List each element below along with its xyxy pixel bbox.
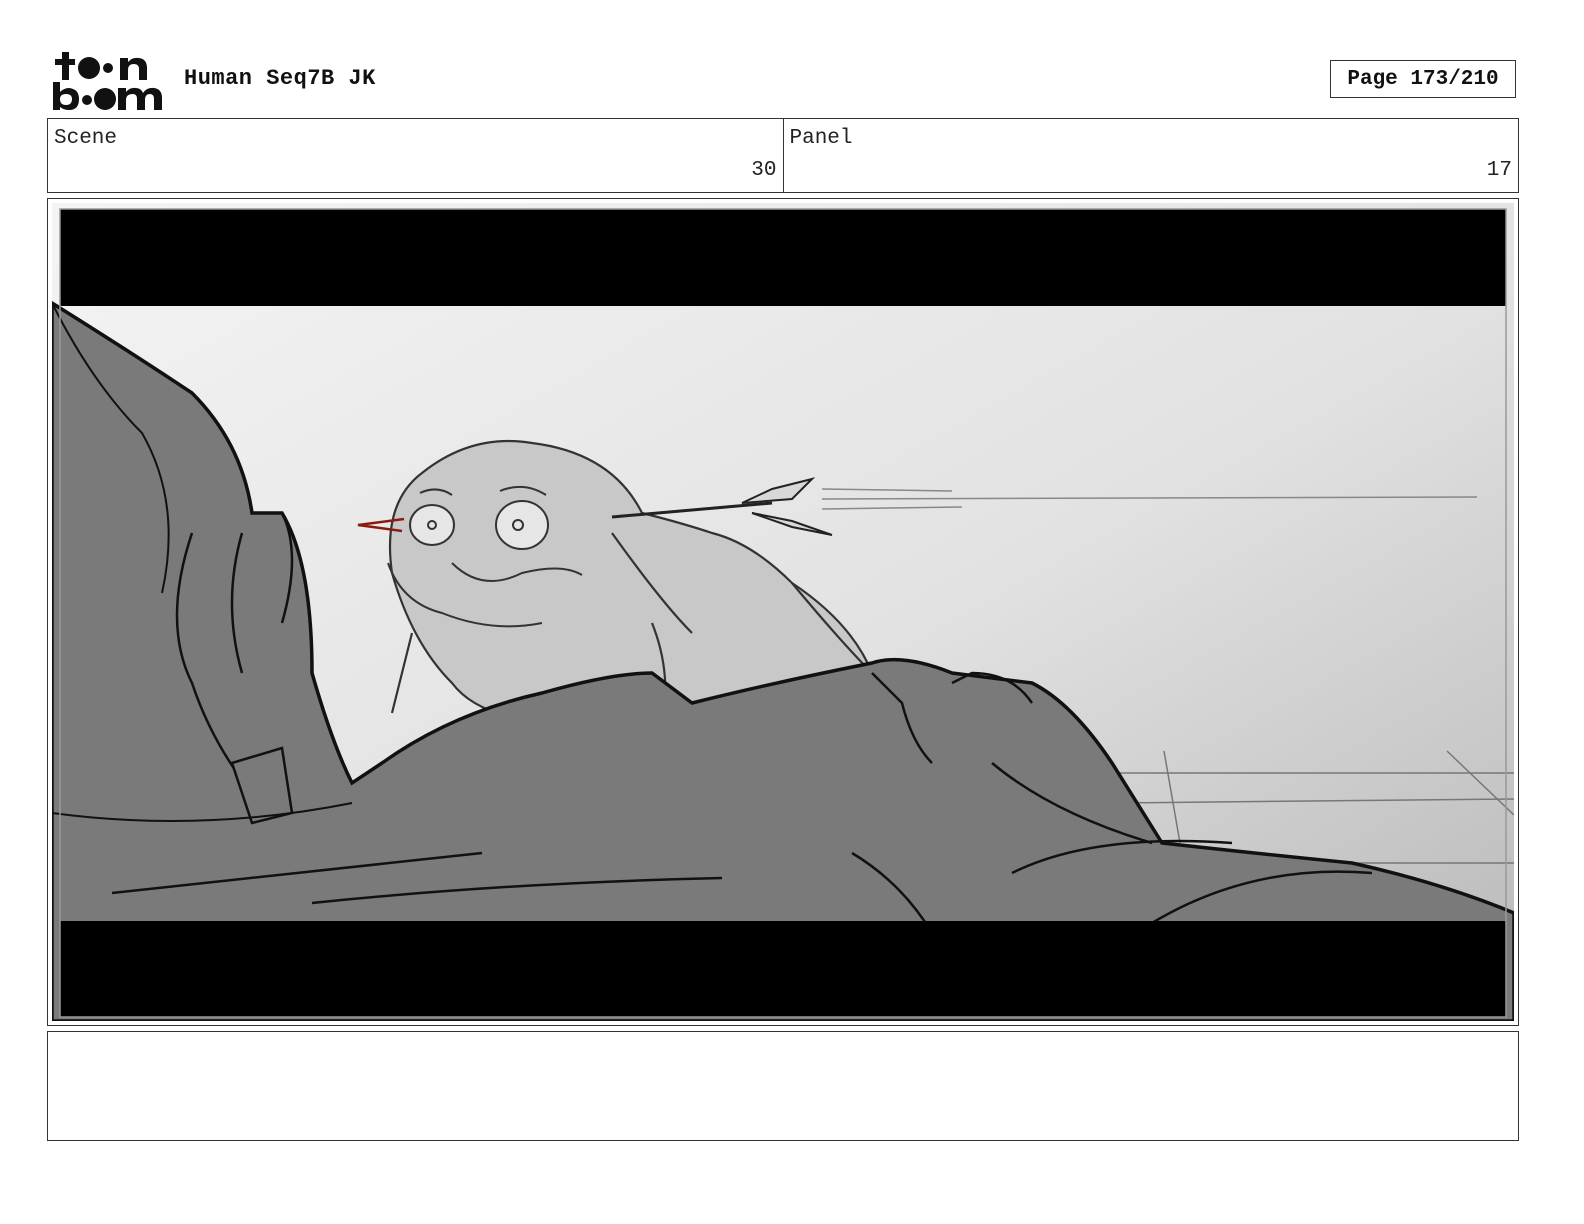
toon-boom-logo [50, 50, 165, 112]
letterbox-top [60, 209, 1506, 306]
scene-cell: Scene 30 [48, 119, 783, 192]
letterbox-bottom [60, 921, 1506, 1017]
panel-cell: Panel 17 [782, 119, 1519, 192]
document-title: Human Seq7B JK [184, 66, 376, 91]
storyboard-panel [47, 198, 1519, 1026]
page-number-box: Page 173/210 [1330, 60, 1516, 98]
scene-number: 30 [751, 159, 777, 182]
panel-notes-box [47, 1031, 1519, 1141]
scene-panel-info: Scene 30 Panel 17 [47, 118, 1519, 193]
scene-label: Scene [54, 127, 118, 150]
panel-number: 17 [1486, 159, 1512, 182]
panel-sketch [52, 203, 1514, 1021]
page-number: Page 173/210 [1347, 67, 1499, 91]
panel-label: Panel [789, 127, 853, 150]
